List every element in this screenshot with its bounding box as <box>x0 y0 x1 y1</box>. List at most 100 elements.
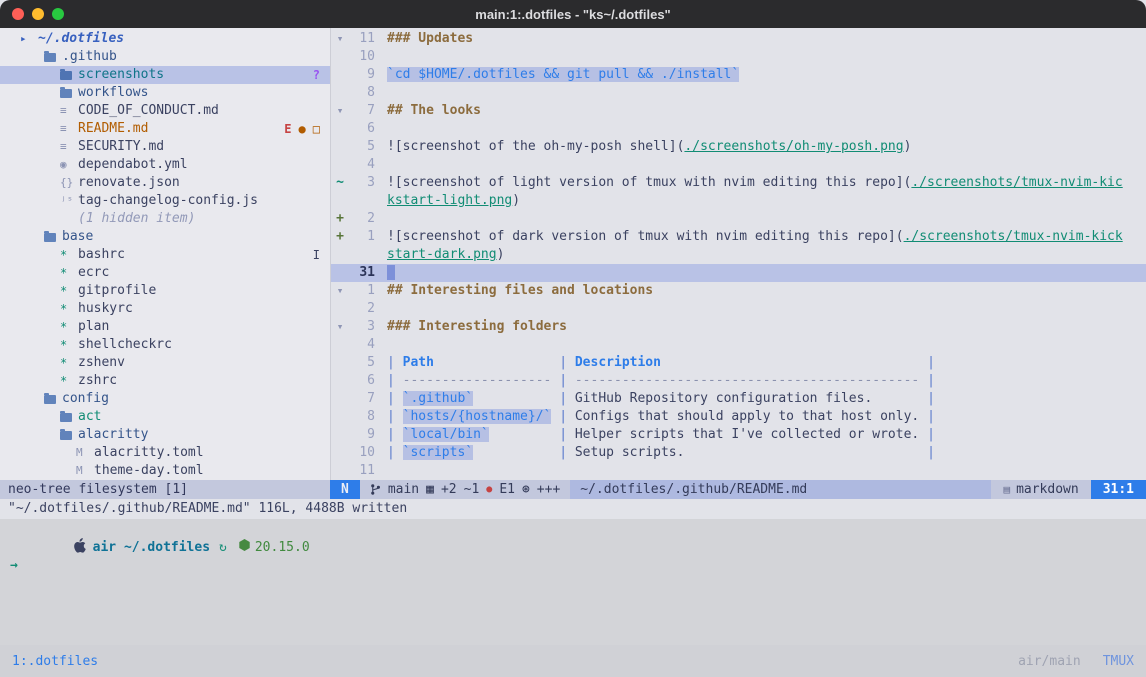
tree-item-badges: ? <box>313 66 320 84</box>
vim-mode-indicator: N <box>330 480 360 499</box>
json-icon: {} <box>60 174 78 192</box>
tree-item-plan[interactable]: *plan <box>0 318 330 336</box>
editor-line[interactable]: 5![screenshot of the oh-my-posh shell](.… <box>331 138 1146 156</box>
editor-line[interactable]: 6 <box>331 120 1146 138</box>
tree-item-security-md[interactable]: ≡SECURITY.md <box>0 138 330 156</box>
editor-line[interactable]: 4 <box>331 156 1146 174</box>
tree-item-label: ~/.dotfiles <box>38 30 124 48</box>
fold-chevron-icon[interactable]: ▾ <box>331 318 349 336</box>
editor-line[interactable]: start-dark.png) <box>331 246 1146 264</box>
tree-item-label: theme-day.toml <box>94 462 204 480</box>
tree-item-renovate-json[interactable]: {}renovate.json <box>0 174 330 192</box>
error-icon: ● <box>486 480 492 499</box>
zoom-button[interactable] <box>52 8 64 20</box>
editor-line[interactable]: ▾1## Interesting files and locations <box>331 282 1146 300</box>
tree-item-label: tag-changelog-config.js <box>78 192 258 210</box>
statusline-filetype: ▤ markdown <box>991 480 1090 499</box>
toml-icon: M <box>76 462 94 480</box>
shell-pane[interactable]: air ~/.dotfiles ↻ 20.15.0 → 1:.dotfiles … <box>0 519 1146 677</box>
tree-item-bashrc[interactable]: *bashrcI <box>0 246 330 264</box>
prompt-arrow[interactable]: → <box>10 557 1146 575</box>
tmux-badge: TMUX <box>1103 654 1134 669</box>
tree-item-alacritty-toml[interactable]: Malacritty.toml <box>0 444 330 462</box>
tree-item-theme-day-toml[interactable]: Mtheme-day.toml <box>0 462 330 480</box>
tree-item-screenshots[interactable]: screenshots? <box>0 66 330 84</box>
line-number: 2 <box>349 300 375 318</box>
tmux-statusbar: 1:.dotfiles air/main TMUX <box>0 645 1146 677</box>
editor-line[interactable]: 5| Path | Description | <box>331 354 1146 372</box>
editor-line[interactable]: ~3![screenshot of light version of tmux … <box>331 174 1146 192</box>
fold-chevron-icon[interactable]: ▾ <box>331 102 349 120</box>
tree-item-zshrc[interactable]: *zshrc <box>0 372 330 390</box>
tree-item-ecrc[interactable]: *ecrc <box>0 264 330 282</box>
md-icon: ≡ <box>60 138 78 156</box>
editor-line[interactable]: 10| `scripts` | Setup scripts. | <box>331 444 1146 462</box>
tree-item-readme-md[interactable]: ≡README.mdE●□ <box>0 120 330 138</box>
gutter <box>331 300 349 318</box>
line-text <box>387 210 1146 228</box>
gutter <box>331 66 349 84</box>
star-icon: * <box>60 372 78 390</box>
line-text: | ------------------- | ----------------… <box>387 372 1146 390</box>
editor-line[interactable]: 8 <box>331 84 1146 102</box>
gutter <box>331 120 349 138</box>
tree-item-code-of-conduct-md[interactable]: ≡CODE_OF_CONDUCT.md <box>0 102 330 120</box>
close-button[interactable] <box>12 8 24 20</box>
tree-item-github[interactable]: .github <box>0 48 330 66</box>
tree-item-shellcheckrc[interactable]: *shellcheckrc <box>0 336 330 354</box>
editor-line[interactable]: 11 <box>331 462 1146 480</box>
editor-line[interactable]: +2 <box>331 210 1146 228</box>
tree-item-base[interactable]: base <box>0 228 330 246</box>
editor-line[interactable]: 8| `hosts/{hostname}/` | Configs that sh… <box>331 408 1146 426</box>
line-text: ### Updates <box>387 30 1146 48</box>
editor-line[interactable]: 4 <box>331 336 1146 354</box>
editor-line[interactable]: 10 <box>331 48 1146 66</box>
star-icon: * <box>60 282 78 300</box>
tree-item-workflows[interactable]: workflows <box>0 84 330 102</box>
neo-tree-panel[interactable]: ▸~/.dotfiles.githubscreenshots?workflows… <box>0 28 330 480</box>
line-number: 10 <box>349 48 375 66</box>
line-text <box>387 264 1146 282</box>
editor-line[interactable]: +1![screenshot of dark version of tmux w… <box>331 228 1146 246</box>
editor-buffer[interactable]: ▾11### Updates109`cd $HOME/.dotfiles && … <box>330 28 1146 480</box>
line-number: 5 <box>349 354 375 372</box>
minimize-button[interactable] <box>32 8 44 20</box>
diff-changed: ~1 <box>464 480 480 499</box>
tree-item-label: base <box>62 228 93 246</box>
tree-item-1-hidden-item[interactable]: (1 hidden item) <box>0 210 330 228</box>
fold-chevron-icon[interactable]: ▾ <box>331 30 349 48</box>
tmux-window-tab[interactable]: 1:.dotfiles <box>12 654 98 669</box>
editor-line[interactable]: 2 <box>331 300 1146 318</box>
line-number: 8 <box>349 408 375 426</box>
markdown-icon: ▤ <box>1003 480 1010 499</box>
line-number: 7 <box>349 102 375 120</box>
tree-item-huskyrc[interactable]: *huskyrc <box>0 300 330 318</box>
tree-item-tag-changelog-config-js[interactable]: ʲˢtag-changelog-config.js <box>0 192 330 210</box>
tree-item-label: alacritty <box>78 426 148 444</box>
editor-line[interactable]: ▾7## The looks <box>331 102 1146 120</box>
tree-item-dependabot-yml[interactable]: ◉dependabot.yml <box>0 156 330 174</box>
tree-item-gitprofile[interactable]: *gitprofile <box>0 282 330 300</box>
line-number: 1 <box>349 228 375 246</box>
tree-item-label: screenshots <box>78 66 164 84</box>
fold-chevron-icon[interactable]: ▾ <box>331 282 349 300</box>
tree-item-config[interactable]: config <box>0 390 330 408</box>
tree-item-dotfiles[interactable]: ▸~/.dotfiles <box>0 30 330 48</box>
titlebar[interactable]: main:1:.dotfiles - "ks~/.dotfiles" <box>0 0 1146 28</box>
editor-line[interactable]: ▾3### Interesting folders <box>331 318 1146 336</box>
editor-line[interactable]: ▾11 ### Updates <box>331 30 1146 48</box>
tree-item-zshenv[interactable]: *zshenv <box>0 354 330 372</box>
tree-item-act[interactable]: act <box>0 408 330 426</box>
editor-line[interactable]: 6| ------------------- | ---------------… <box>331 372 1146 390</box>
gutter <box>331 264 349 282</box>
cursor-line[interactable]: 31 <box>331 264 1146 282</box>
editor-line[interactable]: kstart-light.png) <box>331 192 1146 210</box>
editor-line[interactable]: 7| `.github` | GitHub Repository configu… <box>331 390 1146 408</box>
line-number: 11 <box>349 30 375 48</box>
line-number: 9 <box>349 66 375 84</box>
editor-line[interactable]: 9| `local/bin` | Helper scripts that I'v… <box>331 426 1146 444</box>
tree-item-label: plan <box>78 318 109 336</box>
folder-icon <box>44 53 56 62</box>
tree-item-alacritty[interactable]: alacritty <box>0 426 330 444</box>
editor-line[interactable]: 9`cd $HOME/.dotfiles && git pull && ./in… <box>331 66 1146 84</box>
